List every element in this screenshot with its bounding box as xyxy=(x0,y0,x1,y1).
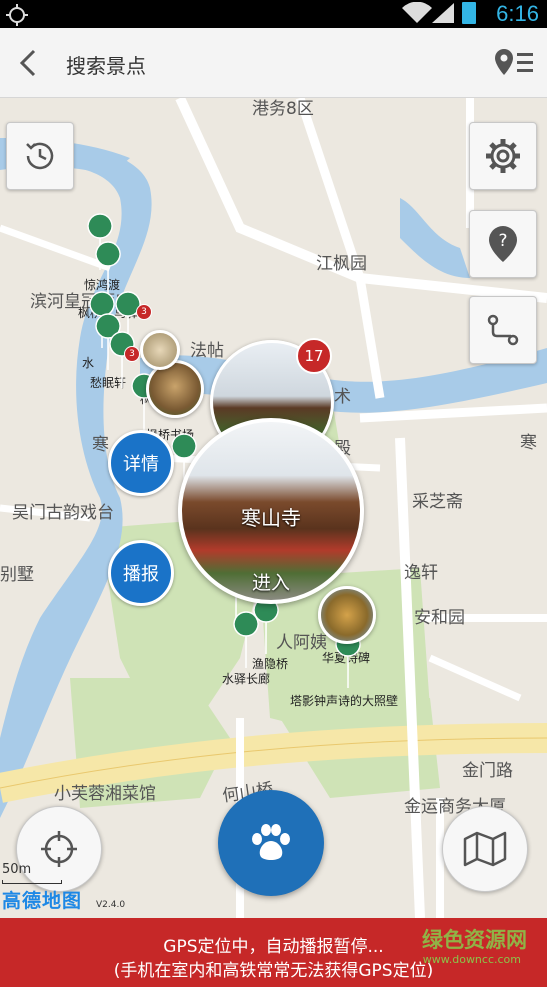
help-button[interactable]: ? xyxy=(469,210,537,278)
cluster-count-badge: 17 xyxy=(296,338,332,374)
guide-paw-button[interactable] xyxy=(218,790,324,896)
signal-icon xyxy=(432,3,454,23)
top-bar: 搜索景点 xyxy=(0,28,547,98)
map-view[interactable]: 港务8区 江枫园 滨河皇冠酒店 吴门古韵戏台 别墅 采芝斋 逸轩 安和园 寒 金… xyxy=(0,98,547,918)
history-button[interactable] xyxy=(6,122,74,190)
selected-scenic-spot[interactable]: 寒山寺 进入 xyxy=(178,418,364,604)
folded-map-icon xyxy=(463,831,507,867)
route-icon xyxy=(487,314,519,346)
wifi-icon xyxy=(402,2,432,23)
crosshair-icon xyxy=(41,831,77,867)
route-button[interactable] xyxy=(469,296,537,364)
svg-text:?: ? xyxy=(498,231,507,251)
details-button[interactable]: 详情 xyxy=(108,430,174,496)
back-icon[interactable] xyxy=(14,48,44,78)
scenic-thumbnail[interactable] xyxy=(140,330,180,370)
watermark: 绿色资源网 xyxy=(422,928,527,952)
page-title: 搜索景点 xyxy=(66,54,146,78)
status-bar: 6:16 xyxy=(0,0,547,28)
settings-button[interactable] xyxy=(469,122,537,190)
enter-button[interactable]: 进入 xyxy=(182,568,360,595)
gps-status-banner: GPS定位中，自动播报暂停... (手机在室内和高铁常常无法获得GPS定位) 绿… xyxy=(0,918,547,987)
scale-bar xyxy=(2,880,62,884)
map-scale: 50m xyxy=(2,862,32,877)
count-badge: 3 xyxy=(136,304,152,320)
map-version: V2.4.0 xyxy=(96,900,126,910)
map-provider-logo: 高德地图 xyxy=(2,890,83,912)
help-pin-icon: ? xyxy=(489,226,517,262)
clock-history-icon xyxy=(26,142,54,170)
scenic-name: 寒山寺 xyxy=(241,506,301,530)
count-badge: 3 xyxy=(124,346,140,362)
clock: 6:16 xyxy=(496,1,539,26)
poi-list-icon[interactable] xyxy=(493,47,535,79)
gear-icon xyxy=(486,139,520,173)
map-mode-button[interactable] xyxy=(442,806,528,892)
gps-icon xyxy=(6,4,28,26)
paw-icon xyxy=(252,824,290,860)
watermark-url: www.downcc.com xyxy=(422,953,521,966)
play-button[interactable]: 播报 xyxy=(108,540,174,606)
battery-icon xyxy=(462,2,476,24)
